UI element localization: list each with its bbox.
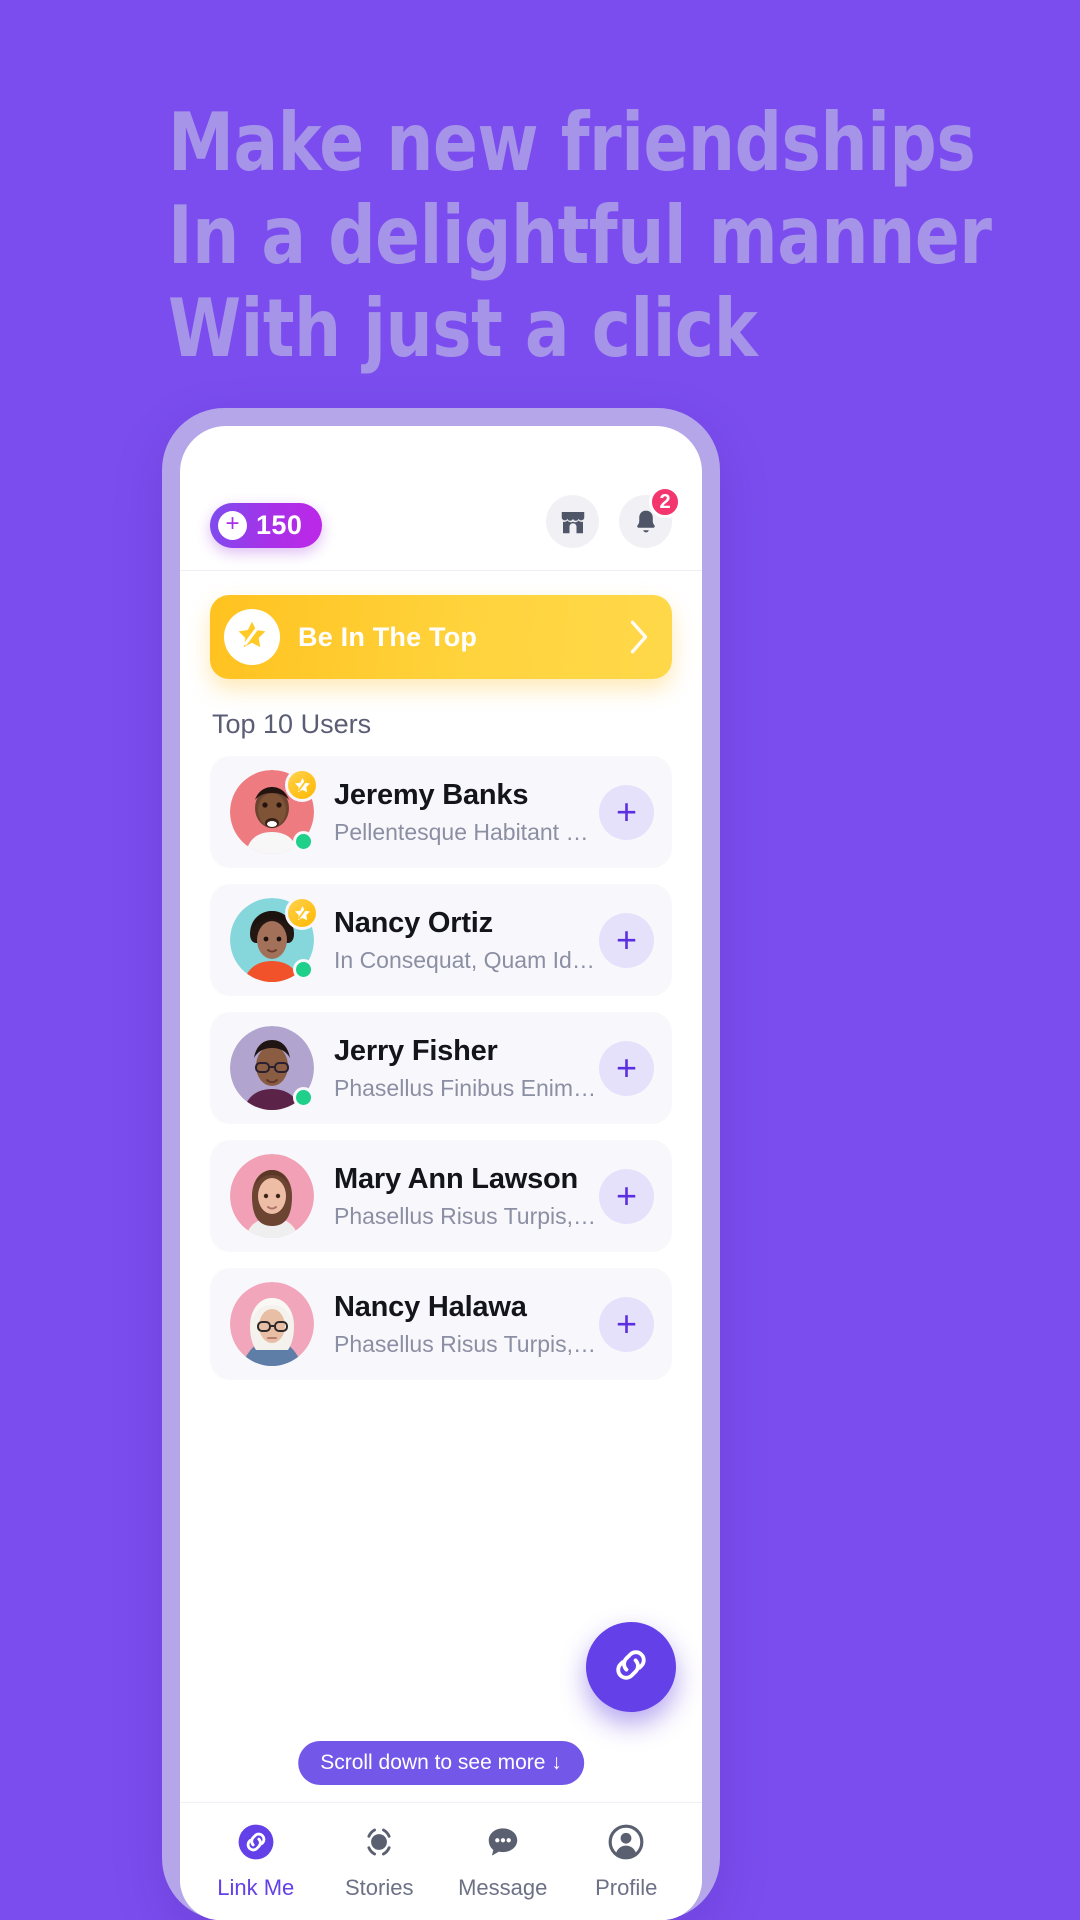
app-content: Be In The Top Top 10 Users Jeremy Banks … bbox=[180, 571, 702, 1380]
user-name: Nancy Ortiz bbox=[334, 907, 493, 940]
avatar-image bbox=[230, 1154, 314, 1238]
link-me-fab[interactable] bbox=[586, 1622, 676, 1712]
avatar bbox=[230, 1026, 314, 1110]
add-user-button[interactable]: + bbox=[599, 1296, 654, 1352]
user-name: Jerry Fisher bbox=[334, 1035, 498, 1068]
online-status-dot bbox=[293, 1087, 314, 1108]
avatar bbox=[230, 1154, 314, 1238]
hero-line-1: Make new friendships bbox=[168, 96, 976, 189]
message-icon bbox=[484, 1823, 522, 1866]
star-badge-circle bbox=[224, 609, 280, 665]
user-text-block: Jeremy Banks Pellentesque Habitant Mor..… bbox=[334, 778, 599, 846]
add-user-button[interactable]: + bbox=[599, 912, 654, 968]
add-user-button[interactable]: + bbox=[599, 784, 654, 840]
user-description: Phasellus Risus Turpis, Pretium bbox=[334, 1330, 599, 1357]
hero-headline: Make new friendships In a delightful man… bbox=[168, 96, 992, 375]
promo-screenshot: Make new friendships In a delightful man… bbox=[0, 0, 1080, 1920]
list-item[interactable]: Nancy Halawa Phasellus Risus Turpis, Pre… bbox=[210, 1268, 672, 1380]
nav-label: Link Me bbox=[217, 1874, 295, 1900]
coin-balance-value: 150 bbox=[256, 510, 303, 540]
user-name: Nancy Halawa bbox=[334, 1291, 527, 1324]
nav-item-stories[interactable]: Stories bbox=[318, 1823, 442, 1901]
store-button[interactable] bbox=[546, 495, 599, 548]
user-description: Phasellus Risus Turpis, Pretium bbox=[334, 1202, 599, 1229]
list-item[interactable]: Jeremy Banks Pellentesque Habitant Mor..… bbox=[210, 756, 672, 868]
hero-line-2: In a delightful manner bbox=[168, 189, 992, 282]
list-item[interactable]: Jerry Fisher Phasellus Finibus Enim Null… bbox=[210, 1012, 672, 1124]
notifications-button[interactable]: 2 bbox=[619, 486, 681, 548]
section-title: Top 10 Users bbox=[212, 709, 372, 739]
header-icon-group: 2 bbox=[546, 486, 681, 548]
phone-screen: + 150 2 Be In The Top Top 10 Users Jerem… bbox=[180, 426, 702, 1920]
stories-icon bbox=[360, 1823, 398, 1866]
scroll-hint-pill[interactable]: Scroll down to see more ↓ bbox=[298, 1741, 584, 1785]
top-user-star-badge bbox=[285, 768, 319, 802]
user-description: Pellentesque Habitant Mor... bbox=[334, 818, 599, 845]
avatar bbox=[230, 1282, 314, 1366]
store-icon bbox=[558, 507, 588, 537]
nav-item-profile[interactable]: Profile bbox=[565, 1823, 689, 1901]
avatar bbox=[230, 896, 319, 982]
nav-label: Stories bbox=[345, 1874, 414, 1900]
nav-label: Profile bbox=[595, 1874, 658, 1900]
user-name: Mary Ann Lawson bbox=[334, 1163, 579, 1196]
hero-line-3: With just a click bbox=[168, 282, 758, 375]
phone-mockup-frame: + 150 2 Be In The Top Top 10 Users Jerem… bbox=[162, 408, 720, 1920]
user-description: Phasellus Finibus Enim Nulla, bbox=[334, 1074, 599, 1101]
nav-item-link-me[interactable]: Link Me bbox=[194, 1823, 318, 1901]
user-name: Jeremy Banks bbox=[334, 779, 529, 812]
user-text-block: Nancy Halawa Phasellus Risus Turpis, Pre… bbox=[334, 1290, 599, 1358]
top-user-star-badge bbox=[285, 896, 319, 930]
be-in-the-top-banner[interactable]: Be In The Top bbox=[210, 595, 672, 679]
star-icon bbox=[235, 618, 269, 657]
avatar-image bbox=[230, 1282, 314, 1366]
plus-icon: + bbox=[218, 511, 247, 540]
nav-label: Message bbox=[458, 1874, 548, 1900]
user-description: In Consequat, Quam Id So... bbox=[334, 946, 599, 973]
bottom-navigation: Link Me Stories Message Profile bbox=[180, 1802, 702, 1920]
notification-count-badge: 2 bbox=[649, 486, 681, 518]
chevron-right-icon bbox=[628, 619, 650, 655]
add-user-button[interactable]: + bbox=[599, 1168, 654, 1224]
link-icon bbox=[237, 1823, 275, 1866]
link-icon bbox=[609, 1643, 653, 1692]
user-text-block: Jerry Fisher Phasellus Finibus Enim Null… bbox=[334, 1034, 599, 1102]
user-text-block: Nancy Ortiz In Consequat, Quam Id So... bbox=[334, 906, 599, 974]
top-users-list: Jeremy Banks Pellentesque Habitant Mor..… bbox=[210, 756, 672, 1380]
nav-item-message[interactable]: Message bbox=[441, 1823, 565, 1901]
promo-label: Be In The Top bbox=[298, 621, 478, 652]
coin-balance-badge[interactable]: + 150 bbox=[210, 503, 323, 548]
profile-icon bbox=[607, 1823, 645, 1866]
app-header: + 150 2 bbox=[180, 426, 702, 571]
online-status-dot bbox=[293, 959, 314, 980]
add-user-button[interactable]: + bbox=[599, 1040, 654, 1096]
avatar bbox=[230, 768, 319, 854]
user-text-block: Mary Ann Lawson Phasellus Risus Turpis, … bbox=[334, 1162, 599, 1230]
list-item[interactable]: Nancy Ortiz In Consequat, Quam Id So... … bbox=[210, 884, 672, 996]
online-status-dot bbox=[293, 831, 314, 852]
list-item[interactable]: Mary Ann Lawson Phasellus Risus Turpis, … bbox=[210, 1140, 672, 1252]
